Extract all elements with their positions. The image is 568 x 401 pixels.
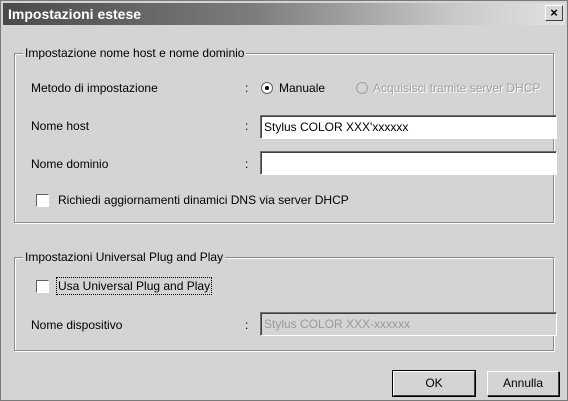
settings-dialog: Impostazioni estese × Impostazione nome … [0,0,568,401]
host-name-field[interactable]: Stylus COLOR XXX'xxxxxx [260,115,557,139]
device-name-colon: : [245,318,249,332]
use-upnp-label[interactable]: Usa Universal Plug and Play [55,277,213,295]
use-upnp-checkbox[interactable] [36,280,49,293]
host-domain-group: Impostazione nome host e nome dominio Me… [14,46,557,223]
manual-radio[interactable] [261,82,273,94]
host-domain-group-title: Impostazione nome host e nome dominio [23,46,247,60]
dns-update-label[interactable]: Richiedi aggiornamenti dinamici DNS via … [58,193,349,207]
close-icon: × [550,5,558,20]
cancel-button[interactable]: Annulla [487,371,559,396]
dns-update-checkbox[interactable] [36,194,49,207]
host-name-label: Nome host [31,119,90,133]
host-name-colon: : [245,119,249,133]
upnp-group: Impostazioni Universal Plug and Play Usa… [14,250,557,351]
title-bar[interactable]: Impostazioni estese × [3,3,565,25]
ok-button[interactable]: OK [392,370,476,397]
upnp-group-title: Impostazioni Universal Plug and Play [23,250,226,264]
method-label: Metodo di impostazione [31,81,158,95]
device-name-label: Nome dispositivo [31,318,123,332]
close-button[interactable]: × [545,5,563,21]
domain-name-label: Nome dominio [31,157,109,171]
domain-name-field[interactable] [260,151,557,175]
dialog-title: Impostazioni estese [8,6,142,22]
device-name-field[interactable]: Stylus COLOR XXX-xxxxxx [260,312,557,336]
dhcp-radio[interactable] [356,82,368,94]
manual-radio-label[interactable]: Manuale [279,81,325,95]
method-colon: : [245,81,249,95]
domain-name-colon: : [245,157,249,171]
dhcp-radio-label[interactable]: Acquisisci tramite server DHCP [373,81,540,95]
